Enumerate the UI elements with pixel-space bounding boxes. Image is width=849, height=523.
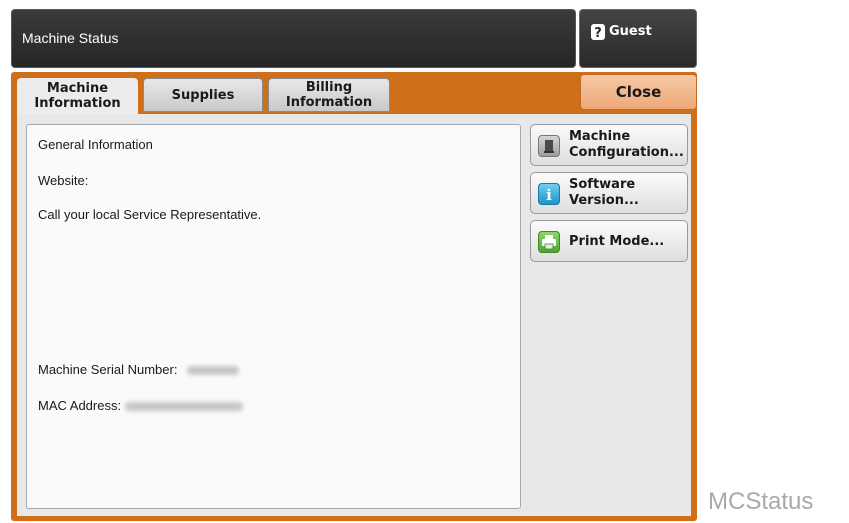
software-version-button[interactable]: i Software Version... xyxy=(530,172,688,214)
user-question-icon: ? xyxy=(591,24,605,41)
button-label-line1: Machine xyxy=(569,129,631,144)
service-message: Call your local Service Representative. xyxy=(38,207,262,222)
svg-text:i: i xyxy=(546,186,552,204)
tab-billing-information[interactable]: Billing Information xyxy=(268,78,390,112)
print-mode-button[interactable]: Print Mode... xyxy=(530,220,688,262)
tab-supplies[interactable]: Supplies xyxy=(143,78,263,112)
close-button[interactable]: Close xyxy=(580,74,697,110)
software-version-label: Software Version... xyxy=(569,177,639,209)
tab-label-line2: Information xyxy=(34,96,121,111)
tab-machine-information[interactable]: Machine Information xyxy=(17,78,138,114)
print-mode-label: Print Mode... xyxy=(569,234,665,249)
serial-number-label: Machine Serial Number: xyxy=(38,362,178,377)
general-information-heading: General Information xyxy=(38,137,153,152)
tab-label-line1: Machine xyxy=(46,81,109,96)
serial-number-row: Machine Serial Number: xyxy=(38,362,240,377)
info-icon: i xyxy=(538,183,560,205)
user-label: Guest xyxy=(609,24,652,39)
tab-label: Supplies xyxy=(171,87,235,103)
page-title: Machine Status xyxy=(22,30,119,46)
tab-label-line2: Information xyxy=(285,95,373,110)
printer-icon xyxy=(538,231,560,253)
button-label-line1: Software xyxy=(569,177,636,192)
screen-id-caption: MCStatus xyxy=(708,488,814,515)
website-label: Website: xyxy=(38,173,89,188)
machine-configuration-label: Machine Configuration... xyxy=(569,129,684,161)
title-bar: Machine Status xyxy=(11,9,576,68)
machine-icon xyxy=(538,135,560,157)
serial-number-value-redacted xyxy=(187,366,240,376)
tab-label-line1: Billing xyxy=(305,80,353,95)
machine-configuration-button[interactable]: Machine Configuration... xyxy=(530,124,688,166)
button-label-line2: Version... xyxy=(569,193,639,208)
user-button[interactable]: ? Guest xyxy=(579,9,697,68)
general-information-box xyxy=(26,124,521,509)
mac-address-label: MAC Address: xyxy=(38,398,122,413)
mac-address-row: MAC Address: xyxy=(38,398,244,413)
svg-text:?: ? xyxy=(594,26,602,40)
mac-address-value-redacted xyxy=(125,402,244,412)
button-label-line2: Configuration... xyxy=(569,145,684,160)
